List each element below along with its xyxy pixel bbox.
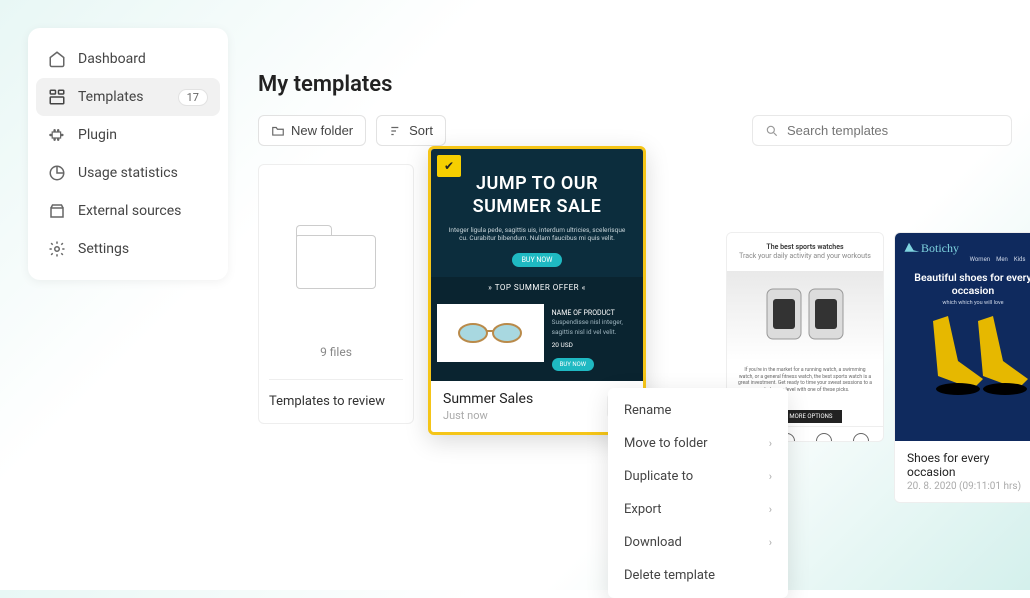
- piechart-icon: [48, 164, 66, 182]
- watch-image: [727, 271, 883, 361]
- template-timestamp: 20. 8. 2020 (09:11:01 hrs): [907, 481, 1030, 492]
- chevron-right-icon: ›: [769, 437, 772, 450]
- search-icon: [765, 124, 779, 138]
- toolbar: New folder Sort: [258, 115, 1012, 146]
- sidebar-item-label: Plugin: [78, 127, 208, 143]
- sidebar-item-label: Dashboard: [78, 51, 208, 67]
- folder-icon: [296, 225, 376, 289]
- sidebar-item-plugin[interactable]: Plugin: [36, 116, 220, 154]
- sort-icon: [389, 124, 403, 138]
- search-box[interactable]: [752, 115, 1012, 146]
- context-menu-duplicate[interactable]: Duplicate to›: [608, 460, 788, 493]
- shoe-nav: WomenMenKidsSale: [895, 256, 1030, 263]
- context-menu-delete[interactable]: Delete template: [608, 559, 788, 592]
- chevron-right-icon: ›: [769, 536, 772, 549]
- sidebar-item-label: Settings: [78, 241, 208, 257]
- folder-card[interactable]: 9 files Templates to review: [258, 164, 414, 424]
- template-name: Summer Sales: [443, 391, 601, 407]
- chevron-right-icon: ›: [769, 470, 772, 483]
- templates-count-badge: 17: [178, 89, 208, 106]
- template-thumbnail: Botichy WomenMenKidsSale Beautiful shoes…: [895, 233, 1030, 441]
- new-folder-button[interactable]: New folder: [258, 115, 366, 146]
- home-icon: [48, 50, 66, 68]
- sidebar-item-label: External sources: [78, 203, 208, 219]
- template-name: Shoes for every occasion: [907, 451, 1030, 479]
- sidebar-item-label: Usage statistics: [78, 165, 208, 181]
- sidebar-item-external[interactable]: External sources: [36, 192, 220, 230]
- template-timestamp: Just now: [443, 409, 601, 422]
- box-icon: [48, 202, 66, 220]
- folder-label: Templates to review: [269, 379, 403, 409]
- context-menu-download[interactable]: Download›: [608, 526, 788, 559]
- context-menu-move[interactable]: Move to folder›: [608, 427, 788, 460]
- folder-file-count: 9 files: [320, 345, 352, 359]
- sort-button[interactable]: Sort: [376, 115, 446, 146]
- sidebar-item-dashboard[interactable]: Dashboard: [36, 40, 220, 78]
- chevron-right-icon: ›: [769, 503, 772, 516]
- context-menu-export[interactable]: Export›: [608, 493, 788, 526]
- shoe-logo-icon: [903, 241, 921, 255]
- sidebar-item-usage[interactable]: Usage statistics: [36, 154, 220, 192]
- context-menu: Rename Move to folder› Duplicate to› Exp…: [608, 388, 788, 598]
- sidebar-item-settings[interactable]: Settings: [36, 230, 220, 268]
- boots-image: [895, 306, 1030, 406]
- gear-icon: [48, 240, 66, 258]
- sunglasses-image: [437, 304, 544, 362]
- sidebar-item-label: Templates: [78, 89, 166, 105]
- template-meta: Shoes for every occasion 20. 8. 2020 (09…: [895, 441, 1030, 502]
- template-thumbnail: ✔ JUMP TO OUR SUMMER SALE Integer ligula…: [431, 149, 643, 381]
- sidebar: Dashboard Templates 17 Plugin Usage stat…: [28, 28, 228, 280]
- folder-plus-icon: [271, 124, 285, 138]
- selected-check-icon: ✔: [437, 155, 461, 177]
- context-menu-rename[interactable]: Rename: [608, 394, 788, 427]
- templates-icon: [48, 88, 66, 106]
- puzzle-icon: [48, 126, 66, 144]
- sidebar-item-templates[interactable]: Templates 17: [36, 78, 220, 116]
- template-card-shoes[interactable]: Botichy WomenMenKidsSale Beautiful shoes…: [894, 232, 1030, 503]
- search-input[interactable]: [787, 123, 999, 138]
- page-title: My templates: [258, 72, 1012, 97]
